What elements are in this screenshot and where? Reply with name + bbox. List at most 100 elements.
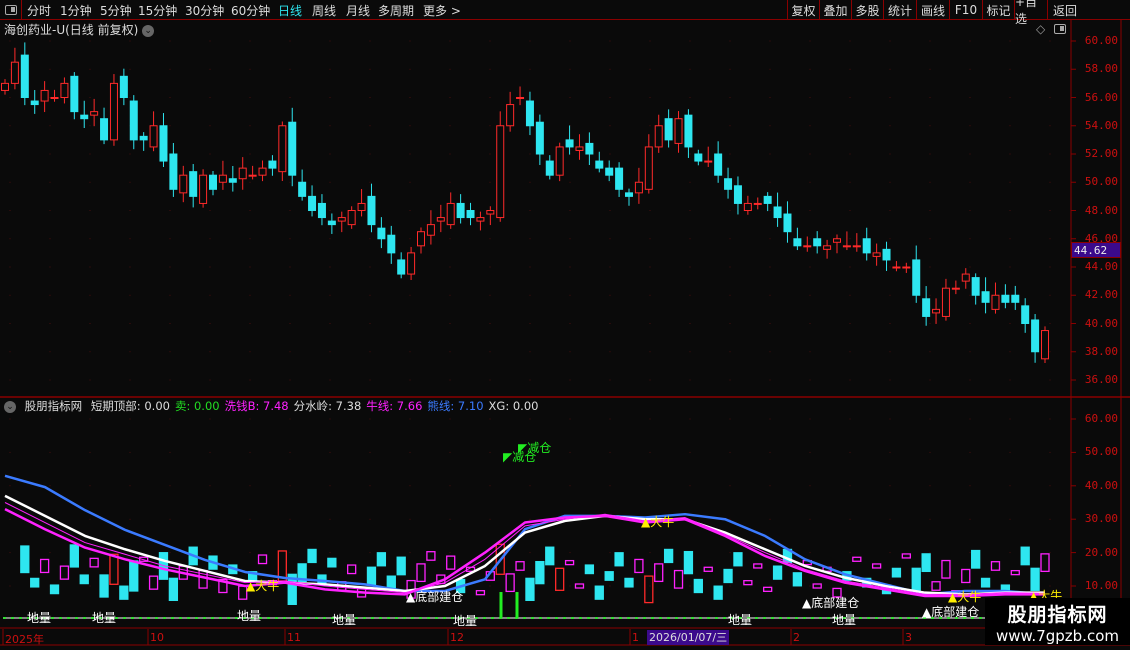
grid-dot: [89, 552, 91, 554]
grid-dot: [209, 418, 211, 420]
toolbar-button-5[interactable]: F10: [949, 0, 982, 20]
candle-up: [218, 174, 227, 183]
period-tab-9[interactable]: 多周期: [378, 2, 414, 19]
period-tab-3[interactable]: 15分钟: [138, 2, 177, 19]
grid-dot: [689, 68, 691, 70]
toolbar-button-7[interactable]: +自选: [1014, 0, 1047, 26]
price-tick-label: 38.00: [1084, 344, 1118, 358]
grid-dot: [489, 351, 491, 353]
grid-dot: [969, 153, 971, 155]
candle-up: [426, 224, 435, 236]
candle-up: [575, 146, 584, 151]
grid-dot: [529, 552, 531, 554]
indicator-bar: [604, 571, 614, 581]
chart-canvas[interactable]: [0, 0, 1130, 650]
period-tab-5[interactable]: 60分钟: [231, 2, 270, 19]
grid-dot: [329, 294, 331, 296]
toolbar-button-0[interactable]: 复权: [787, 0, 819, 20]
indicator-name[interactable]: 股朋指标网: [25, 399, 83, 413]
grid-dot: [489, 379, 491, 381]
grid-dot: [969, 40, 971, 42]
grid-dot: [489, 585, 491, 587]
indicator-bar: [792, 572, 803, 587]
period-tab-4[interactable]: 30分钟: [185, 2, 224, 19]
grid-dot: [729, 68, 731, 70]
indicator-field: 牛线: 7.66: [366, 399, 423, 413]
grid-dot: [689, 323, 691, 324]
indicator-bar: [772, 565, 783, 580]
indicator-bar: [693, 578, 703, 594]
grid-dot: [1009, 351, 1011, 353]
grid-dot: [809, 266, 811, 268]
indicator-field: 洗钱B: 7.48: [224, 399, 289, 413]
grid-dot: [969, 68, 971, 70]
grid-dot: [729, 351, 731, 353]
grid-dot: [169, 518, 171, 520]
low-volume-label: 地量: [728, 613, 753, 627]
grid-dot: [1049, 125, 1051, 127]
indicator-bar: [30, 577, 40, 588]
grid-dot: [929, 451, 931, 453]
grid-dot: [209, 153, 211, 155]
toolbar-button-4[interactable]: 画线: [916, 0, 949, 20]
grid-dot: [449, 451, 451, 453]
grid-dot: [849, 68, 851, 70]
toolbar-button-1[interactable]: 叠加: [819, 0, 851, 20]
period-tab-1[interactable]: 1分钟: [60, 2, 92, 19]
grid-dot: [769, 351, 771, 353]
toolbar-button-3[interactable]: 统计: [883, 0, 916, 20]
grid-dot: [569, 585, 571, 587]
grid-dot: [489, 485, 491, 487]
grid-dot: [329, 97, 331, 98]
buy-signal-bar: [515, 592, 519, 618]
price-tick-label: 42.00: [1084, 288, 1118, 302]
period-tab-6[interactable]: 日线: [278, 2, 302, 19]
period-tab-0[interactable]: 分时: [27, 2, 51, 19]
grid-dot: [849, 238, 851, 240]
grid-dot: [369, 323, 371, 324]
toolbar-button-6[interactable]: 标记: [982, 0, 1014, 20]
grid-dot: [809, 68, 811, 70]
chevron-down-icon[interactable]: ⌄: [4, 400, 16, 413]
toolbar-button-2[interactable]: 多股: [851, 0, 883, 20]
candle-up: [555, 146, 564, 176]
grid-dot: [489, 518, 491, 520]
grid-dot: [1009, 418, 1011, 420]
grid-dot: [609, 451, 611, 453]
grid-dot: [969, 238, 971, 240]
grid-dot: [449, 294, 451, 296]
grid-dot: [529, 181, 531, 183]
grid-dot: [449, 418, 451, 420]
grid-dot: [969, 266, 971, 268]
period-tab-8[interactable]: 月线: [346, 2, 370, 19]
date-label: 2: [793, 631, 800, 644]
grid-dot: [209, 97, 211, 98]
indicator-bar: [307, 548, 317, 564]
grid-dot: [809, 210, 811, 211]
grid-dot: [9, 125, 11, 127]
grid-dot: [569, 40, 571, 42]
grid-dot: [89, 518, 91, 520]
grid-dot: [409, 451, 411, 453]
period-tab-10[interactable]: 更多 >: [423, 2, 461, 19]
period-tab-7[interactable]: 周线: [312, 2, 336, 19]
toolbar-button-8[interactable]: 返回: [1047, 0, 1082, 20]
watermark: 股朋指标网 www.7gpzb.com: [985, 598, 1130, 645]
grid-dot: [969, 181, 971, 183]
grid-dot: [1049, 181, 1051, 183]
grid-dot: [889, 552, 891, 554]
period-tab-2[interactable]: 5分钟: [100, 2, 132, 19]
grid-dot: [849, 351, 851, 353]
grid-dot: [9, 351, 11, 353]
indicator-bar: [59, 565, 70, 580]
grid-dot: [129, 181, 131, 183]
price-tick-label: 46.00: [1084, 231, 1118, 245]
grid-dot: [1009, 266, 1011, 268]
grid-dot: [369, 153, 371, 155]
grid-dot: [689, 485, 691, 487]
grid-dot: [89, 238, 91, 240]
candle-up: [674, 118, 683, 144]
grid-dot: [9, 323, 11, 324]
candle-up: [704, 160, 713, 163]
grid-dot: [769, 294, 771, 296]
